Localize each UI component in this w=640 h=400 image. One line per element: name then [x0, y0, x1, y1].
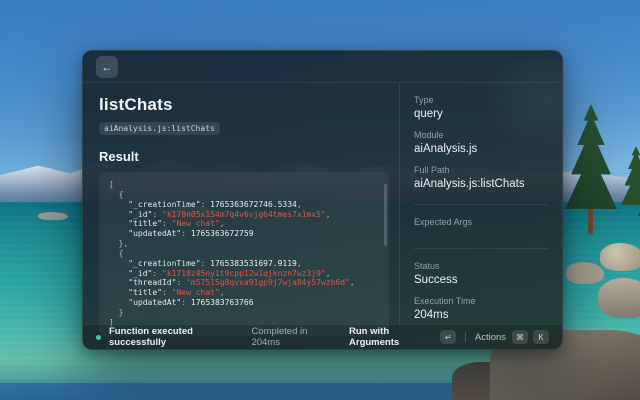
panel-header: ←: [83, 51, 562, 83]
field-value: aiAnalysis.js:listChats: [414, 178, 548, 190]
boulder: [566, 262, 604, 284]
field-label: Type: [414, 95, 548, 105]
enter-key-icon: ↵: [440, 330, 456, 344]
back-button[interactable]: ←: [96, 56, 118, 78]
details-sidebar: Type query Module aiAnalysis.js Full Path aiA…: [399, 83, 562, 326]
code-line: "title": "New chat",: [109, 288, 379, 298]
main-column: listChats aiAnalysis.js:listChats Result…: [83, 83, 399, 326]
status-text: Function executed successfully: [109, 326, 243, 348]
page-title: listChats: [99, 95, 389, 115]
result-json-viewer[interactable]: [ { "_creationTime": 1765363672746.5334,…: [99, 172, 389, 336]
sidebar-section: Expected Args: [414, 204, 548, 248]
actions-shortcut-keys: ⌘K: [512, 330, 549, 344]
code-line: }: [109, 308, 379, 318]
panel-footer: Function executed successfully Completed…: [83, 324, 562, 349]
field-value: aiAnalysis.js: [414, 143, 548, 155]
code-line: {: [109, 249, 379, 259]
success-dot-icon: [96, 335, 101, 340]
field-label: Full Path: [414, 165, 548, 175]
command-key-icon: ⌘: [512, 330, 528, 344]
field-label: Module: [414, 130, 548, 140]
code-line: "_creationTime": 1765363672746.5334,: [109, 200, 379, 210]
panel-body: listChats aiAnalysis.js:listChats Result…: [83, 83, 562, 326]
back-arrow-icon: ←: [101, 56, 113, 78]
sidebar-section: Status Success Execution Time 204ms: [414, 248, 548, 335]
code-line: {: [109, 190, 379, 200]
code-line: "title": "New chat",: [109, 219, 379, 229]
code-line: "updatedAt": 1765363672759: [109, 229, 379, 239]
boulder: [598, 278, 640, 318]
actions-button[interactable]: Actions ⌘K: [475, 330, 549, 344]
scrollbar-thumb[interactable]: [384, 184, 387, 246]
code-line: "_creationTime": 1765383531697.9119,: [109, 259, 379, 269]
desktop-wallpaper: ← listChats aiAnalysis.js:listChats Resu…: [0, 0, 640, 400]
function-runner-panel: ← listChats aiAnalysis.js:listChats Resu…: [82, 50, 563, 350]
run-with-arguments-label: Run with Arguments: [349, 326, 434, 348]
result-heading: Result: [99, 149, 389, 164]
code-line: "_id": "k1718z45ny1t9cpp12w1qjknzn7wz3j9…: [109, 269, 379, 279]
function-path-badge: aiAnalysis.js:listChats: [99, 122, 220, 135]
boulder: [600, 243, 640, 271]
completed-time-text: Completed in 204ms: [251, 326, 333, 348]
footer-divider: |: [464, 332, 467, 343]
k-key-icon: K: [533, 330, 549, 344]
boulder: [38, 212, 68, 220]
code-line: "updatedAt": 1765383763766: [109, 298, 379, 308]
code-line: [: [109, 180, 379, 190]
field-label: Status: [414, 261, 548, 271]
sidebar-section: Type query Module aiAnalysis.js Full Path aiA…: [414, 83, 548, 204]
field-value: 204ms: [414, 309, 548, 321]
run-with-arguments-button[interactable]: Run with Arguments ↵: [349, 326, 456, 348]
code-line: },: [109, 239, 379, 249]
field-label: Expected Args: [414, 217, 548, 227]
code-line: "threadId": "m57515g8qvxa91gp9j7wja84y57…: [109, 278, 379, 288]
field-value: query: [414, 108, 548, 120]
field-value: Success: [414, 274, 548, 286]
tree-trunk: [588, 208, 593, 234]
actions-label: Actions: [475, 332, 506, 343]
code-line: "_id": "k178n05x154m7q4v6vjg64tmes7x1mx5…: [109, 210, 379, 220]
field-label: Execution Time: [414, 296, 548, 306]
